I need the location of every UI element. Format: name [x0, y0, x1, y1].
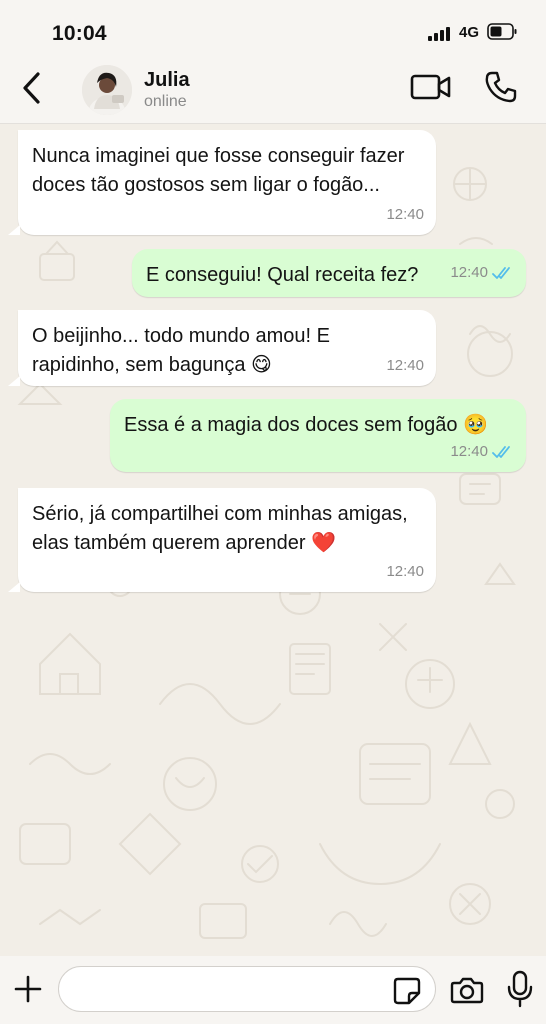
- chat-area[interactable]: Nunca imaginei que fosse conseguir fazer…: [0, 124, 546, 956]
- message-time: 12:40: [386, 563, 424, 580]
- network-type: 4G: [459, 24, 480, 41]
- message-incoming[interactable]: Nunca imaginei que fosse conseguir fazer…: [8, 130, 436, 235]
- message-time: 12:40: [386, 357, 424, 374]
- sticker-icon[interactable]: [392, 976, 422, 1006]
- battery-icon: [487, 23, 517, 40]
- message-text: O beijinho... todo mundo amou! E rapidin…: [32, 325, 330, 376]
- message-time: 12:40: [450, 264, 488, 281]
- message-time: 12:40: [386, 206, 424, 223]
- message-time: 12:40: [450, 443, 488, 460]
- message-outgoing[interactable]: Essa é a magia dos doces sem fogão 🥹 12:…: [110, 399, 526, 472]
- plus-icon[interactable]: [12, 973, 44, 1005]
- video-call-icon[interactable]: [410, 72, 452, 102]
- input-bar: [0, 956, 546, 1024]
- status-bar: 10:04 4G: [0, 0, 546, 58]
- message-incoming[interactable]: Sério, já compartilhei com minhas amigas…: [8, 488, 436, 592]
- avatar[interactable]: [82, 65, 132, 115]
- message-text: Nunca imaginei que fosse conseguir fazer…: [32, 145, 405, 196]
- mic-icon[interactable]: [506, 970, 534, 1008]
- phone-icon[interactable]: [484, 70, 518, 104]
- back-icon[interactable]: [18, 68, 48, 108]
- read-ticks-icon: [492, 445, 510, 458]
- signal-icon: [428, 27, 452, 41]
- read-ticks-icon: [492, 266, 510, 279]
- chat-header: Julia online: [0, 58, 546, 124]
- message-incoming[interactable]: O beijinho... todo mundo amou! E rapidin…: [8, 310, 436, 386]
- message-text: Sério, já compartilhei com minhas amigas…: [32, 503, 408, 554]
- camera-icon[interactable]: [450, 974, 484, 1006]
- contact-status: online: [144, 93, 187, 110]
- status-time: 10:04: [52, 22, 107, 45]
- message-text: Essa é a magia dos doces sem fogão 🥹: [124, 414, 488, 436]
- message-outgoing[interactable]: E conseguiu! Qual receita fez? 12:40: [132, 249, 526, 297]
- contact-name[interactable]: Julia: [144, 69, 190, 92]
- message-input[interactable]: [58, 966, 436, 1012]
